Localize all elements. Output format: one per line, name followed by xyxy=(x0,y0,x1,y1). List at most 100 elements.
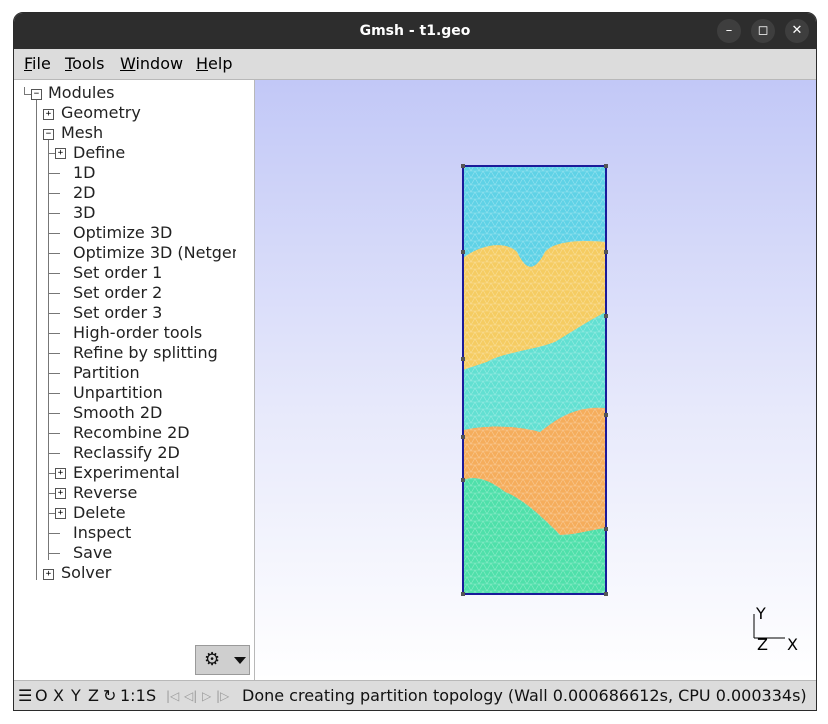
geometry-point xyxy=(461,435,465,439)
tree-connector xyxy=(49,433,60,434)
tree-connector xyxy=(49,533,60,534)
tree-item-define[interactable]: Define xyxy=(73,143,125,163)
tree-item-optimize-3d[interactable]: Optimize 3D xyxy=(73,223,172,243)
geometry-point xyxy=(461,164,465,168)
menu-window[interactable]: Window xyxy=(120,49,183,79)
tree-item-delete[interactable]: Delete xyxy=(73,503,126,523)
expand-toggle[interactable]: + xyxy=(55,488,66,499)
menu-help[interactable]: Help xyxy=(196,49,232,79)
tree-connector xyxy=(49,553,60,554)
geometry-point xyxy=(604,250,608,254)
status-message: Done creating partition topology (Wall 0… xyxy=(242,686,807,705)
next-step-icon[interactable]: |▷ xyxy=(216,681,229,710)
tree-connector xyxy=(48,139,49,560)
tree-item-set-order-3[interactable]: Set order 3 xyxy=(73,303,162,323)
previous-step-icon[interactable]: ◁| xyxy=(184,681,197,710)
tree-item-geometry[interactable]: Geometry xyxy=(61,103,141,123)
minimize-button[interactable]: – xyxy=(717,19,741,43)
gear-menu-button[interactable]: ⚙ xyxy=(195,645,250,675)
mesh-canvas[interactable]: Y Z X xyxy=(255,80,816,680)
tree-connector xyxy=(49,413,60,414)
tree-item-unpartition[interactable]: Unpartition xyxy=(73,383,163,403)
tree-item-2d[interactable]: 2D xyxy=(73,183,96,203)
tree-connector xyxy=(49,273,60,274)
geometry-point xyxy=(461,357,465,361)
mesh-triangulation xyxy=(463,166,606,594)
hamburger-menu-icon[interactable]: ☰ xyxy=(18,681,32,710)
geometry-point xyxy=(604,592,608,596)
tree-item-high-order-tools[interactable]: High-order tools xyxy=(73,323,202,343)
axes-indicator: Y Z X xyxy=(753,604,798,654)
expand-toggle[interactable]: + xyxy=(43,109,54,120)
tree-item-recombine-2d[interactable]: Recombine 2D xyxy=(73,423,190,443)
tree-item-reclassify-2d[interactable]: Reclassify 2D xyxy=(73,443,180,463)
collapse-toggle[interactable]: − xyxy=(43,129,54,140)
tree-item-1d[interactable]: 1D xyxy=(73,163,96,183)
tree-item-solver[interactable]: Solver xyxy=(61,563,111,583)
axis-label-x: X xyxy=(787,635,798,654)
tree-item-refine-by-splitting[interactable]: Refine by splitting xyxy=(73,343,218,363)
view-origin-button[interactable]: O xyxy=(35,681,48,710)
view-z-button[interactable]: Z xyxy=(88,681,99,710)
tree-item-3d[interactable]: 3D xyxy=(73,203,96,223)
tree-connector xyxy=(49,293,60,294)
title-bar: Gmsh - t1.geo – ◻ ✕ xyxy=(14,13,816,49)
tree-item-partition[interactable]: Partition xyxy=(73,363,140,383)
geometry-point xyxy=(461,250,465,254)
first-step-icon[interactable]: |◁ xyxy=(166,681,179,710)
tree-connector xyxy=(36,99,37,580)
geometry-point xyxy=(604,164,608,168)
axis-label-y: Y xyxy=(755,604,766,623)
tree-item-experimental[interactable]: Experimental xyxy=(73,463,180,483)
rotate-icon[interactable]: ↻ xyxy=(103,681,116,710)
geometry-point xyxy=(461,592,465,596)
collapse-toggle[interactable]: − xyxy=(31,89,42,100)
tree-connector xyxy=(49,233,60,234)
tree-item-smooth-2d[interactable]: Smooth 2D xyxy=(73,403,162,423)
axis-label-z: Z xyxy=(757,635,768,654)
tree-item-set-order-1[interactable]: Set order 1 xyxy=(73,263,162,283)
geometry-point xyxy=(461,478,465,482)
geometry-point xyxy=(604,413,608,417)
view-y-button[interactable]: Y xyxy=(71,681,81,710)
tree-item-mesh[interactable]: Mesh xyxy=(61,123,103,143)
scale-button[interactable]: 1:1 xyxy=(120,681,146,710)
view-x-button[interactable]: X xyxy=(53,681,64,710)
tree-connector xyxy=(49,353,60,354)
close-button[interactable]: ✕ xyxy=(785,19,809,43)
tree-item-reverse[interactable]: Reverse xyxy=(73,483,137,503)
expand-toggle[interactable]: + xyxy=(55,508,66,519)
menu-tools[interactable]: Tools xyxy=(65,49,104,79)
tree-connector xyxy=(49,333,60,334)
maximize-button[interactable]: ◻ xyxy=(751,19,775,43)
menu-bar: File Tools Window Help xyxy=(14,49,816,80)
tree-connector xyxy=(49,173,60,174)
module-tree-panel: − Modules + Geometry − Mesh + Define 1D 2D 3… xyxy=(14,80,255,680)
mesh-partitions xyxy=(463,166,606,594)
play-icon[interactable]: ▷ xyxy=(202,681,211,710)
tree-connector xyxy=(49,373,60,374)
status-bar: ☰ O X Y Z ↻ 1:1 S |◁ ◁| ▷ |▷ Done creati… xyxy=(14,680,816,710)
tree-connector xyxy=(49,213,60,214)
tree-connector xyxy=(49,253,60,254)
dropdown-arrow-icon xyxy=(234,657,246,664)
select-button[interactable]: S xyxy=(146,681,156,710)
gmsh-window: Gmsh - t1.geo – ◻ ✕ File Tools Window He… xyxy=(13,12,817,711)
window-title: Gmsh - t1.geo xyxy=(359,23,471,39)
tree-item-save[interactable]: Save xyxy=(73,543,112,563)
menu-file[interactable]: File xyxy=(24,49,51,79)
tree-connector xyxy=(49,453,60,454)
tree-item-inspect[interactable]: Inspect xyxy=(73,523,131,543)
geometry-point xyxy=(604,314,608,318)
gear-icon: ⚙ xyxy=(204,649,221,670)
expand-toggle[interactable]: + xyxy=(55,468,66,479)
geometry-point xyxy=(604,527,608,531)
expand-toggle[interactable]: + xyxy=(43,569,54,580)
tree-connector xyxy=(49,193,60,194)
tree-connector xyxy=(49,393,60,394)
expand-toggle[interactable]: + xyxy=(55,148,66,159)
tree-item-modules[interactable]: Modules xyxy=(48,83,115,103)
graphics-viewport[interactable]: Y Z X xyxy=(255,80,816,680)
tree-item-set-order-2[interactable]: Set order 2 xyxy=(73,283,162,303)
tree-item-optimize-3d-netgen[interactable]: Optimize 3D (Netgen) xyxy=(73,243,236,263)
